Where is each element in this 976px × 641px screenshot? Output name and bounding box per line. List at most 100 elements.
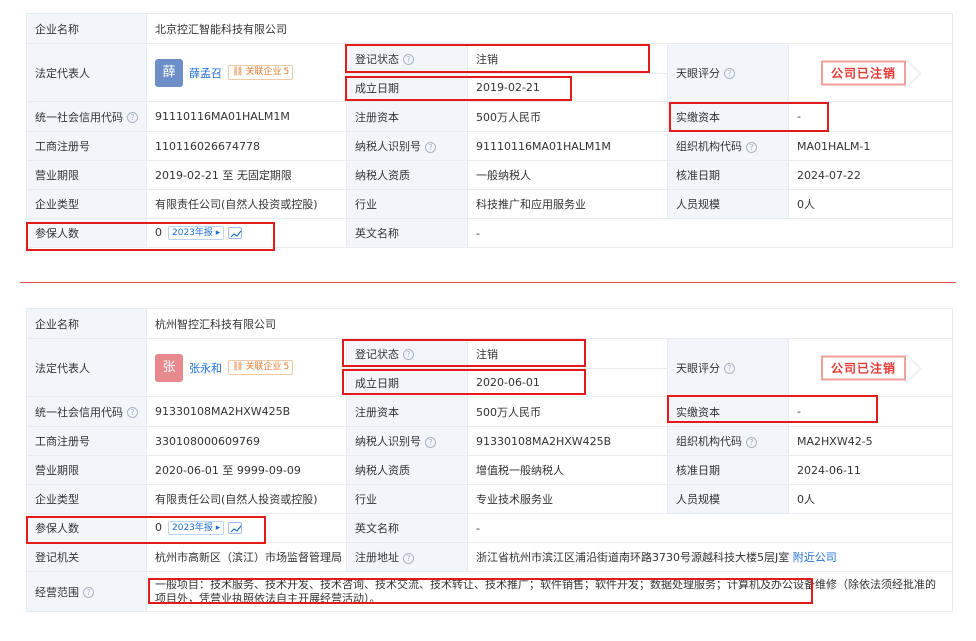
company-name: 杭州智控汇科技有限公司 [145, 308, 954, 339]
approve-date-value: 2024-07-22 [787, 160, 954, 190]
label-insured: 参保人数 [26, 513, 147, 543]
company-info-panel-1: 企业名称 北京控汇智能科技有限公司 法定代表人 薛薛孟召 ⛓ 关联企业 5 登记状态?… [26, 13, 954, 248]
found-date-value: 2019-02-21 [467, 73, 668, 102]
tax-id-value: 91330108MA2HXW425B [467, 426, 668, 456]
industry-value: 专业技术服务业 [467, 484, 668, 514]
label-reg-status-text: 登记状态 [355, 52, 399, 66]
year-report-link[interactable]: 2023年报 ▸ [168, 226, 225, 240]
label-reg-status-text: 登记状态 [355, 347, 399, 361]
label-company-name: 企业名称 [26, 13, 147, 44]
legal-rep-name-link[interactable]: 张永和 [189, 362, 222, 375]
help-icon[interactable]: ? [403, 552, 414, 564]
trend-chart-icon[interactable] [228, 227, 243, 239]
help-icon[interactable]: ? [403, 54, 414, 65]
label-tax-id-text: 纳税人识别号 [355, 435, 421, 448]
label-company-type: 企业类型 [26, 189, 147, 219]
reg-address-cell: 浙江省杭州市滨江区浦沿街道南环路3730号源越科技大楼5层J室 附近公司 [466, 542, 954, 572]
insured-value: 0 [155, 521, 162, 534]
label-org-code: 组织机构代码? [667, 131, 789, 161]
credit-code-value: 91330108MA2HXW425B [146, 396, 347, 427]
label-tax-id: 纳税人识别号? [346, 426, 468, 456]
tianyan-score-cell: ◇ 公司已注销 [787, 338, 954, 397]
label-biz-scope-text: 经营范围 [35, 585, 79, 599]
label-tianyan-text: 天眼评分 [676, 361, 720, 375]
label-company-type: 企业类型 [26, 484, 147, 514]
legal-rep-cell: 薛薛孟召 ⛓ 关联企业 5 [146, 43, 347, 102]
related-company-icon: ⛓ [232, 67, 244, 77]
help-icon[interactable]: ? [83, 587, 94, 598]
taxpayer-type-value: 增值税一般纳税人 [467, 455, 668, 485]
company-type-value: 有限责任公司(自然人投资或控股) [146, 189, 347, 219]
company-name: 北京控汇智能科技有限公司 [145, 13, 954, 44]
label-tianyan-score: 天眼评分? [667, 338, 789, 397]
label-paid-capital: 实缴资本 [667, 396, 789, 427]
label-biz-reg-no: 工商注册号 [26, 131, 147, 161]
related-company-badge[interactable]: ⛓ 关联企业 5 [228, 65, 294, 80]
avatar[interactable]: 张 [155, 353, 183, 382]
tax-id-value: 91110116MA01HALM1M [467, 131, 668, 161]
label-tax-id-text: 纳税人识别号 [355, 140, 421, 153]
help-icon[interactable]: ? [127, 112, 138, 123]
label-taxpayer-type: 纳税人资质 [346, 455, 468, 485]
help-icon[interactable]: ? [127, 407, 138, 418]
related-company-label: 关联企业 [245, 362, 282, 372]
label-paid-capital: 实缴资本 [667, 101, 789, 132]
biz-term-value: 2019-02-21 至 无固定期限 [146, 160, 347, 190]
label-reg-status: 登记状态? [346, 338, 468, 369]
label-reg-capital: 注册资本 [346, 101, 468, 132]
related-company-icon: ⛓ [232, 362, 244, 372]
biz-scope-value: 一般项目：技术服务、技术开发、技术咨询、技术交流、技术转让、技术推广；软件销售；… [145, 571, 954, 612]
reg-status-value: 注销 [467, 338, 668, 369]
label-taxpayer-type: 纳税人资质 [346, 160, 468, 190]
biz-reg-no-value: 330108000609769 [146, 426, 347, 456]
legal-rep-cell: 张张永和 ⛓ 关联企业 5 [146, 338, 347, 397]
help-icon[interactable]: ? [746, 436, 757, 448]
related-company-count: 5 [283, 362, 290, 372]
label-legal-rep: 法定代表人 [26, 43, 147, 102]
biz-term-value: 2020-06-01 至 9999-09-09 [146, 455, 347, 485]
label-org-code: 组织机构代码? [667, 426, 789, 456]
nearby-company-link[interactable]: 附近公司 [793, 551, 837, 564]
industry-value: 科技推广和应用服务业 [467, 189, 668, 219]
trend-chart-icon[interactable] [228, 522, 243, 534]
reg-capital-value: 500万人民币 [467, 101, 668, 132]
english-name-value: - [466, 218, 954, 248]
label-tianyan-score: 天眼评分? [667, 43, 789, 102]
label-reg-status: 登记状态? [346, 43, 468, 74]
help-icon[interactable]: ? [746, 141, 757, 153]
year-report-label: 2023年报 [172, 523, 213, 533]
org-code-value: MA01HALM-1 [787, 131, 954, 161]
insured-cell: 0 2023年报 ▸ [146, 218, 347, 248]
paid-capital-value: - [787, 101, 954, 132]
label-staff-size: 人员规模 [667, 484, 789, 514]
help-icon[interactable]: ? [724, 68, 735, 79]
help-icon[interactable]: ? [724, 363, 735, 374]
label-industry: 行业 [346, 189, 468, 219]
reg-status-value: 注销 [467, 43, 668, 74]
label-reg-authority: 登记机关 [26, 542, 147, 572]
related-company-label: 关联企业 [245, 67, 282, 77]
label-credit-code: 统一社会信用代码? [26, 396, 147, 427]
year-report-label: 2023年报 [172, 228, 213, 238]
label-insured: 参保人数 [26, 218, 147, 248]
legal-rep-name-link[interactable]: 薛孟召 [189, 67, 222, 80]
found-date-value: 2020-06-01 [467, 368, 668, 397]
credit-code-value: 91110116MA01HALM1M [146, 101, 347, 132]
help-icon[interactable]: ? [403, 349, 414, 360]
org-code-value: MA2HXW42-5 [787, 426, 954, 456]
label-credit-code: 统一社会信用代码? [26, 101, 147, 132]
label-reg-address-text: 注册地址 [355, 551, 399, 564]
year-report-link[interactable]: 2023年报 ▸ [168, 521, 225, 535]
reg-address-value: 浙江省杭州市滨江区浦沿街道南环路3730号源越科技大楼5层J室 [476, 551, 790, 564]
help-icon[interactable]: ? [425, 141, 436, 153]
label-credit-code-text: 统一社会信用代码 [35, 110, 123, 124]
staff-size-value: 0人 [787, 484, 954, 514]
label-industry: 行业 [346, 484, 468, 514]
company-type-value: 有限责任公司(自然人投资或控股) [146, 484, 347, 514]
avatar[interactable]: 薛 [155, 58, 183, 87]
help-icon[interactable]: ? [425, 436, 436, 448]
staff-size-value: 0人 [787, 189, 954, 219]
insured-cell: 0 2023年报 ▸ [146, 513, 347, 543]
label-company-name: 企业名称 [26, 308, 147, 339]
related-company-badge[interactable]: ⛓ 关联企业 5 [228, 360, 294, 375]
